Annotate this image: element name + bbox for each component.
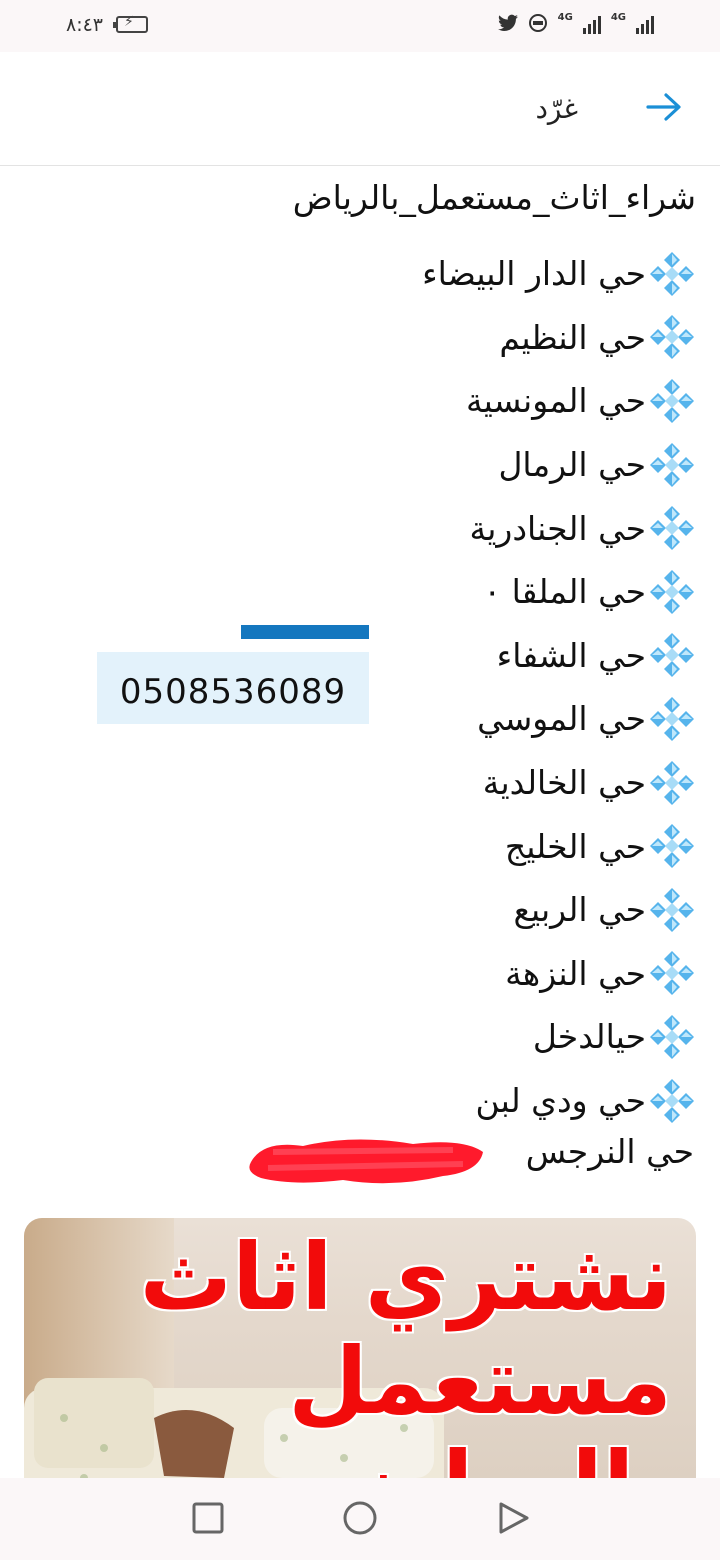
phone-number: 0508536089: [119, 672, 347, 712]
blue-diamond-icon: [650, 887, 694, 932]
ad-line-3: بالرياض: [140, 1434, 672, 1479]
blue-diamond-icon: [650, 951, 694, 996]
district-item: حي الدار البيضاء: [216, 242, 696, 306]
blue-diamond-icon: [650, 696, 694, 741]
district-item: حي النظيم: [216, 306, 696, 370]
network-label-2: 4G: [610, 11, 626, 23]
redaction-scribble: [249, 1139, 483, 1184]
ad-headline: نشتري اثاث مستعمل بالرياض: [139, 1224, 672, 1479]
district-item: حي ودي لبن: [216, 1069, 696, 1133]
hashtag-link[interactable]: شراء_اثاث_مستعمل_بالرياض: [293, 178, 696, 217]
district-label: حي النزهة: [505, 953, 646, 993]
twitter-icon: [497, 14, 518, 31]
district-item: حي النزهة: [216, 942, 696, 1006]
data-saver-icon: [528, 14, 547, 32]
back-triangle-icon[interactable]: [496, 1500, 532, 1536]
blue-diamond-icon: [650, 506, 694, 551]
district-item: حي الربيع: [216, 878, 696, 942]
district-last-line: حي النرجس: [525, 1132, 694, 1171]
district-item: حي الجنادرية: [216, 496, 696, 560]
post-content: شراء_اثاث_مستعمل_بالرياض حي الدار البيضا…: [0, 170, 720, 1210]
phone-card[interactable]: 0508536089: [97, 652, 369, 724]
navigation-bar: [0, 1478, 720, 1560]
district-label: حي الجنادرية: [469, 508, 646, 548]
phone-accent-bar: [241, 625, 369, 639]
blue-diamond-icon: [650, 1078, 694, 1123]
signal-icon: [636, 12, 654, 34]
blue-diamond-icon: [650, 315, 694, 360]
blue-diamond-icon: [650, 633, 694, 678]
district-label: حي الخالدية: [482, 763, 646, 803]
district-item: حي المونسية: [216, 369, 696, 433]
district-label: حي الربيع: [513, 890, 646, 930]
district-item: حي الخالدية: [216, 751, 696, 815]
blue-diamond-icon: [650, 1014, 694, 1059]
blue-diamond-icon: [650, 569, 694, 614]
signal-icon: [582, 12, 601, 34]
network-label-1: 4G: [557, 11, 573, 23]
home-circle-icon[interactable]: [342, 1500, 378, 1536]
district-label: حي الدار البيضاء: [422, 254, 646, 294]
district-label: حي الموسي: [477, 699, 646, 739]
ad-image[interactable]: نشتري اثاث مستعمل بالرياض: [24, 1218, 696, 1478]
district-label: حي الملقا ٠: [483, 572, 646, 612]
header-title: غرّد: [535, 92, 578, 125]
district-item: حي الملقا ٠: [216, 560, 696, 624]
recents-square-icon[interactable]: [190, 1500, 226, 1536]
district-label: حي ودي لبن: [475, 1081, 646, 1121]
ad-line-1: نشتري اثاث: [139, 1224, 672, 1331]
district-item: حي الخليج: [216, 814, 696, 878]
district-label: حي النظيم: [499, 317, 646, 357]
status-icons: 4G 4G: [497, 11, 654, 34]
blue-diamond-icon: [650, 251, 694, 296]
district-label: حي الشفاء: [496, 635, 646, 675]
ad-line-2: مستعمل: [288, 1328, 672, 1435]
blue-diamond-icon: [650, 378, 694, 423]
district-label: حي المونسية: [465, 381, 646, 421]
district-label: حيالدخل: [532, 1017, 646, 1057]
blue-diamond-icon: [650, 824, 694, 869]
blue-diamond-icon: [650, 442, 694, 487]
district-label: حي الرمال: [498, 445, 646, 485]
arrow-right-icon[interactable]: [646, 92, 682, 122]
status-bar: ٨:٤٣ ⚡ 4G 4G: [0, 0, 720, 52]
blue-diamond-icon: [650, 760, 694, 805]
district-item: حيالدخل: [216, 1005, 696, 1069]
district-label: حي الخليج: [504, 826, 646, 866]
app-header: غرّد: [0, 52, 720, 166]
status-time: ٨:٤٣: [66, 14, 104, 36]
battery-icon: ⚡: [113, 14, 148, 33]
district-item: حي الرمال: [216, 433, 696, 497]
